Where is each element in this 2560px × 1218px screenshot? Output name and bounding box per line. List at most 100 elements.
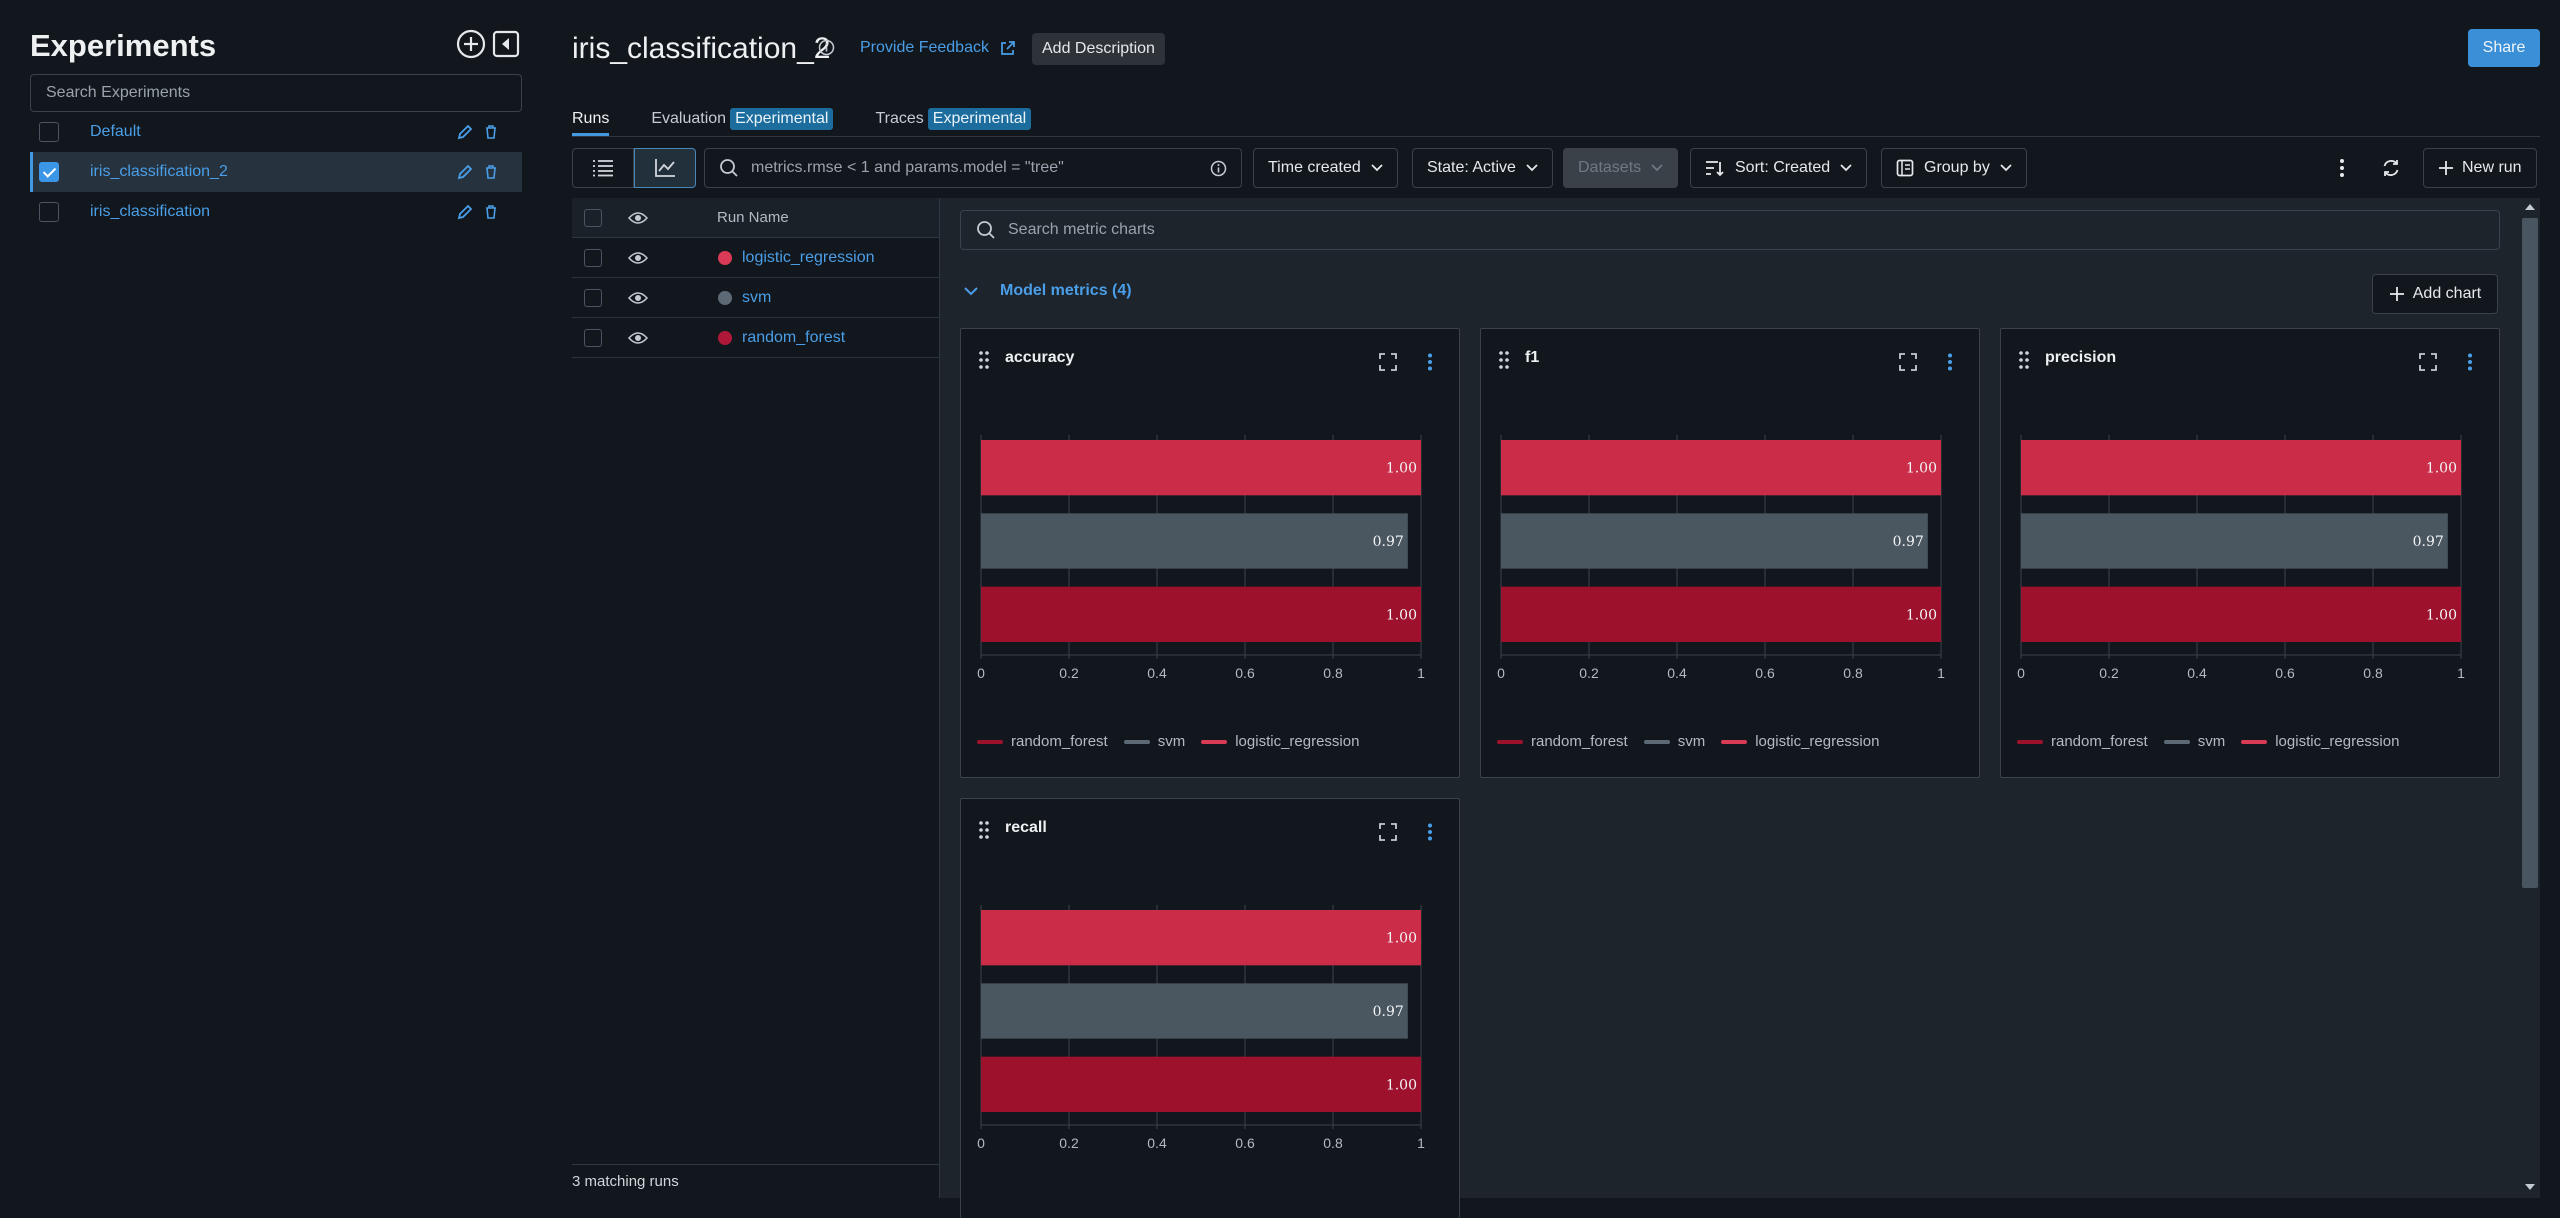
bar-value-label: 1.00 <box>2426 461 2457 477</box>
bar-value-label: 0.97 <box>1893 534 1924 550</box>
eye-icon[interactable] <box>628 331 648 345</box>
x-tick-label: 0.8 <box>1843 665 1863 681</box>
share-button[interactable]: Share <box>2468 29 2540 67</box>
run-checkbox[interactable] <box>584 248 602 267</box>
experiment-name[interactable]: iris_classification_2 <box>90 163 228 181</box>
run-checkbox[interactable] <box>584 288 602 307</box>
legend-item[interactable]: random_forest <box>977 733 1108 750</box>
table-row[interactable]: logistic_regression <box>572 238 940 278</box>
run-filter-box[interactable] <box>704 148 1242 188</box>
state-dropdown[interactable]: State: Active <box>1412 148 1553 188</box>
time-created-dropdown[interactable]: Time created <box>1253 148 1398 188</box>
legend-label: random_forest <box>1011 733 1108 750</box>
plus-icon <box>2439 161 2453 175</box>
chart-view-button[interactable] <box>634 148 696 188</box>
legend-swatch <box>1497 739 1523 744</box>
bar-random-forest <box>2021 586 2461 642</box>
datasets-dropdown[interactable]: Datasets <box>1563 148 1679 188</box>
legend-label: random_forest <box>2051 733 2148 750</box>
table-view-button[interactable] <box>572 148 634 188</box>
run-filter-input[interactable] <box>751 159 1191 177</box>
delete-experiment-button[interactable] <box>480 121 502 143</box>
more-options-button[interactable] <box>2322 148 2362 188</box>
scroll-down-arrow[interactable] <box>2525 1184 2535 1190</box>
create-experiment-button[interactable] <box>455 28 487 60</box>
x-tick-label: 1 <box>1417 665 1425 681</box>
chart-card-accuracy: accuracy 0 0.2 0.4 0.6 0.8 1 1.00 0.97 1.00 rand… <box>960 328 1460 778</box>
bar-logistic-regression <box>2021 440 2461 496</box>
experiment-checkbox[interactable] <box>39 202 59 222</box>
tabs-divider <box>572 136 2540 137</box>
run-color-dot[interactable] <box>718 290 732 305</box>
experiment-name[interactable]: Default <box>90 123 141 141</box>
experiment-row-default[interactable]: Default <box>30 112 522 152</box>
legend-item[interactable]: random_forest <box>2017 733 2148 750</box>
tab-runs[interactable]: Runs <box>572 104 610 136</box>
eye-icon[interactable] <box>628 211 648 225</box>
delete-experiment-button[interactable] <box>480 201 502 223</box>
experiment-name[interactable]: iris_classification <box>90 203 210 221</box>
bar-svm <box>2021 513 2448 569</box>
model-metrics-section-toggle[interactable]: Model metrics (4) <box>964 282 1132 300</box>
legend-item[interactable]: logistic_regression <box>1721 733 1879 750</box>
chevron-down-icon <box>2000 164 2012 172</box>
experiment-row-iris-classification[interactable]: iris_classification <box>30 192 522 232</box>
table-row[interactable]: svm <box>572 278 940 318</box>
chart-legend: random_forest svm logistic_regression <box>1497 733 1879 750</box>
legend-item[interactable]: svm <box>1123 733 1185 750</box>
experiment-checkbox[interactable] <box>39 122 59 142</box>
tab-traces[interactable]: Traces Experimental <box>875 104 1032 136</box>
run-name-link[interactable]: random_forest <box>742 329 845 347</box>
metric-search-box[interactable] <box>960 210 2500 250</box>
run-color-dot[interactable] <box>718 330 732 345</box>
bar-svm <box>1501 513 1928 569</box>
run-name-link[interactable]: logistic_regression <box>742 249 875 267</box>
select-all-checkbox[interactable] <box>584 208 602 227</box>
edit-experiment-button[interactable] <box>454 121 476 143</box>
legend-item[interactable]: logistic_regression <box>1201 733 1359 750</box>
matching-runs-count: 3 matching runs <box>572 1164 940 1190</box>
delete-experiment-button[interactable] <box>480 161 502 183</box>
table-row[interactable]: random_forest <box>572 318 940 358</box>
experiment-checkbox[interactable] <box>39 162 59 182</box>
bar-value-label: 1.00 <box>1906 607 1937 623</box>
refresh-button[interactable] <box>2371 148 2411 188</box>
legend-label: svm <box>1677 733 1706 750</box>
chart-legend: random_forest svm logistic_regression <box>2017 733 2399 750</box>
experimental-badge: Experimental <box>730 108 834 130</box>
legend-label: logistic_regression <box>1235 733 1360 750</box>
group-by-dropdown[interactable]: Group by <box>1881 148 2027 188</box>
new-run-button[interactable]: New run <box>2423 148 2537 188</box>
legend-item[interactable]: random_forest <box>1497 733 1628 750</box>
filter-help-icon[interactable] <box>1210 160 1227 177</box>
run-color-dot[interactable] <box>718 250 732 265</box>
eye-icon[interactable] <box>628 291 648 305</box>
legend-item[interactable]: svm <box>1643 733 1706 750</box>
search-experiments-input[interactable] <box>30 74 522 112</box>
metric-search-input[interactable] <box>1008 221 2408 239</box>
tab-evaluation[interactable]: Evaluation Experimental <box>651 104 834 136</box>
provide-feedback-link[interactable]: Provide Feedback <box>860 39 1016 57</box>
run-checkbox[interactable] <box>584 328 602 347</box>
add-description-button[interactable]: Add Description <box>1032 33 1165 65</box>
info-icon[interactable] <box>818 39 835 56</box>
legend-item[interactable]: svm <box>2163 733 2225 750</box>
sort-dropdown[interactable]: Sort: Created <box>1690 148 1868 188</box>
collapse-sidebar-button[interactable] <box>490 28 522 60</box>
experiment-row-iris-classification-2[interactable]: iris_classification_2 <box>30 152 522 192</box>
add-chart-button[interactable]: Add chart <box>2372 274 2498 314</box>
bar-random-forest <box>981 586 1421 642</box>
scroll-up-arrow[interactable] <box>2525 204 2535 210</box>
legend-item[interactable]: logistic_regression <box>2241 733 2399 750</box>
scrollbar-thumb[interactable] <box>2522 218 2538 888</box>
time-created-label: Time created <box>1268 159 1361 176</box>
bar-chart: 0 0.2 0.4 0.6 0.8 1 1.00 0.97 1.00 <box>977 435 1425 681</box>
x-tick-label: 0.6 <box>2275 665 2295 681</box>
eye-icon[interactable] <box>628 251 648 265</box>
edit-experiment-button[interactable] <box>454 161 476 183</box>
edit-experiment-button[interactable] <box>454 201 476 223</box>
run-name-link[interactable]: svm <box>742 289 771 307</box>
state-label: State: Active <box>1427 159 1516 176</box>
runs-table: Run Name logistic_regression svm random_… <box>572 198 940 1198</box>
run-name-column-header[interactable]: Run Name <box>717 209 789 226</box>
